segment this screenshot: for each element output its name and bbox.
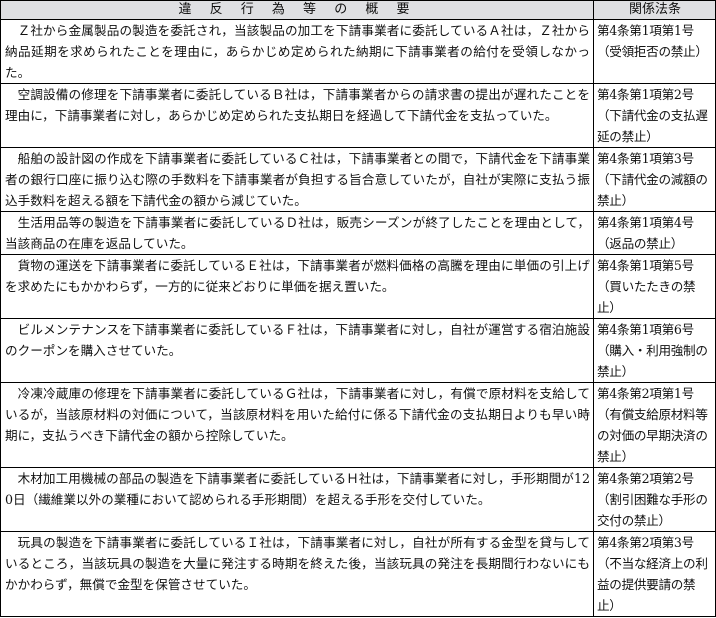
related-law: 第4条第1項第2号（下請代金の支払遅延の禁止） — [593, 83, 716, 148]
violations-table: 違 反 行 為 等 の 概 要 関係法条 Ｚ社から金属製品の製造を委託され，当該… — [0, 0, 716, 617]
related-law: 第4条第2項第3号（不当な経済上の利益の提供要請の禁止） — [593, 531, 716, 617]
table-row: 冷凍冷蔵庫の修理を下請事業者に委託しているＧ社は，下請事業者に対し，有償で原材料… — [0, 382, 716, 468]
violation-summary: Ｚ社から金属製品の製造を委託され，当該製品の加工を下請事業者に委託しているＡ社は… — [0, 19, 594, 84]
violation-summary: 木材加工用機械の部品の製造を下請事業者に委託しているＨ社は，下請事業者に対し，手… — [0, 467, 594, 532]
violation-summary: 生活用品等の製造を下請事業者に委託しているＤ社は，販売シーズンが終了したことを理… — [0, 211, 594, 255]
table-row: 空調設備の修理を下請事業者に委託しているＢ社は，下請事業者からの請求書の提出が遅… — [0, 83, 716, 148]
column-header-summary: 違 反 行 為 等 の 概 要 — [0, 0, 594, 20]
table-row: 木材加工用機械の部品の製造を下請事業者に委託しているＨ社は，下請事業者に対し，手… — [0, 467, 716, 532]
related-law: 第4条第1項第6号（購入・利用強制の禁止） — [593, 318, 716, 383]
related-law: 第4条第1項第1号（受領拒否の禁止） — [593, 19, 716, 84]
related-law: 第4条第1項第3号（下請代金の減額の禁止） — [593, 147, 716, 212]
column-header-law: 関係法条 — [593, 0, 716, 20]
table-row: 玩具の製造を下請事業者に委託しているＩ社は，下請事業者に対し，自社が所有する金型… — [0, 531, 716, 617]
table-header-row: 違 反 行 為 等 の 概 要 関係法条 — [0, 0, 716, 20]
table-row: ビルメンテナンスを下請事業者に委託しているＦ社は，下請事業者に対し，自社が運営す… — [0, 318, 716, 383]
table-row: 貨物の運送を下請事業者に委託しているＥ社は，下請事業者が燃料価格の高騰を理由に単… — [0, 254, 716, 319]
related-law: 第4条第1項第5号（買いたたきの禁止） — [593, 254, 716, 319]
table-row: 生活用品等の製造を下請事業者に委託しているＤ社は，販売シーズンが終了したことを理… — [0, 211, 716, 255]
related-law: 第4条第1項第4号（返品の禁止） — [593, 211, 716, 255]
table-row: Ｚ社から金属製品の製造を委託され，当該製品の加工を下請事業者に委託しているＡ社は… — [0, 19, 716, 84]
table-row: 船舶の設計図の作成を下請事業者に委託しているＣ社は，下請事業者との間で，下請代金… — [0, 147, 716, 212]
violation-summary: 船舶の設計図の作成を下請事業者に委託しているＣ社は，下請事業者との間で，下請代金… — [0, 147, 594, 212]
violation-summary: 冷凍冷蔵庫の修理を下請事業者に委託しているＧ社は，下請事業者に対し，有償で原材料… — [0, 382, 594, 468]
violation-summary: 玩具の製造を下請事業者に委託しているＩ社は，下請事業者に対し，自社が所有する金型… — [0, 531, 594, 617]
violation-summary: ビルメンテナンスを下請事業者に委託しているＦ社は，下請事業者に対し，自社が運営す… — [0, 318, 594, 383]
related-law: 第4条第2項第1号（有償支給原材料等の対価の早期決済の禁止） — [593, 382, 716, 468]
related-law: 第4条第2項第2号（割引困難な手形の交付の禁止） — [593, 467, 716, 532]
violation-summary: 貨物の運送を下請事業者に委託しているＥ社は，下請事業者が燃料価格の高騰を理由に単… — [0, 254, 594, 319]
violation-summary: 空調設備の修理を下請事業者に委託しているＢ社は，下請事業者からの請求書の提出が遅… — [0, 83, 594, 148]
